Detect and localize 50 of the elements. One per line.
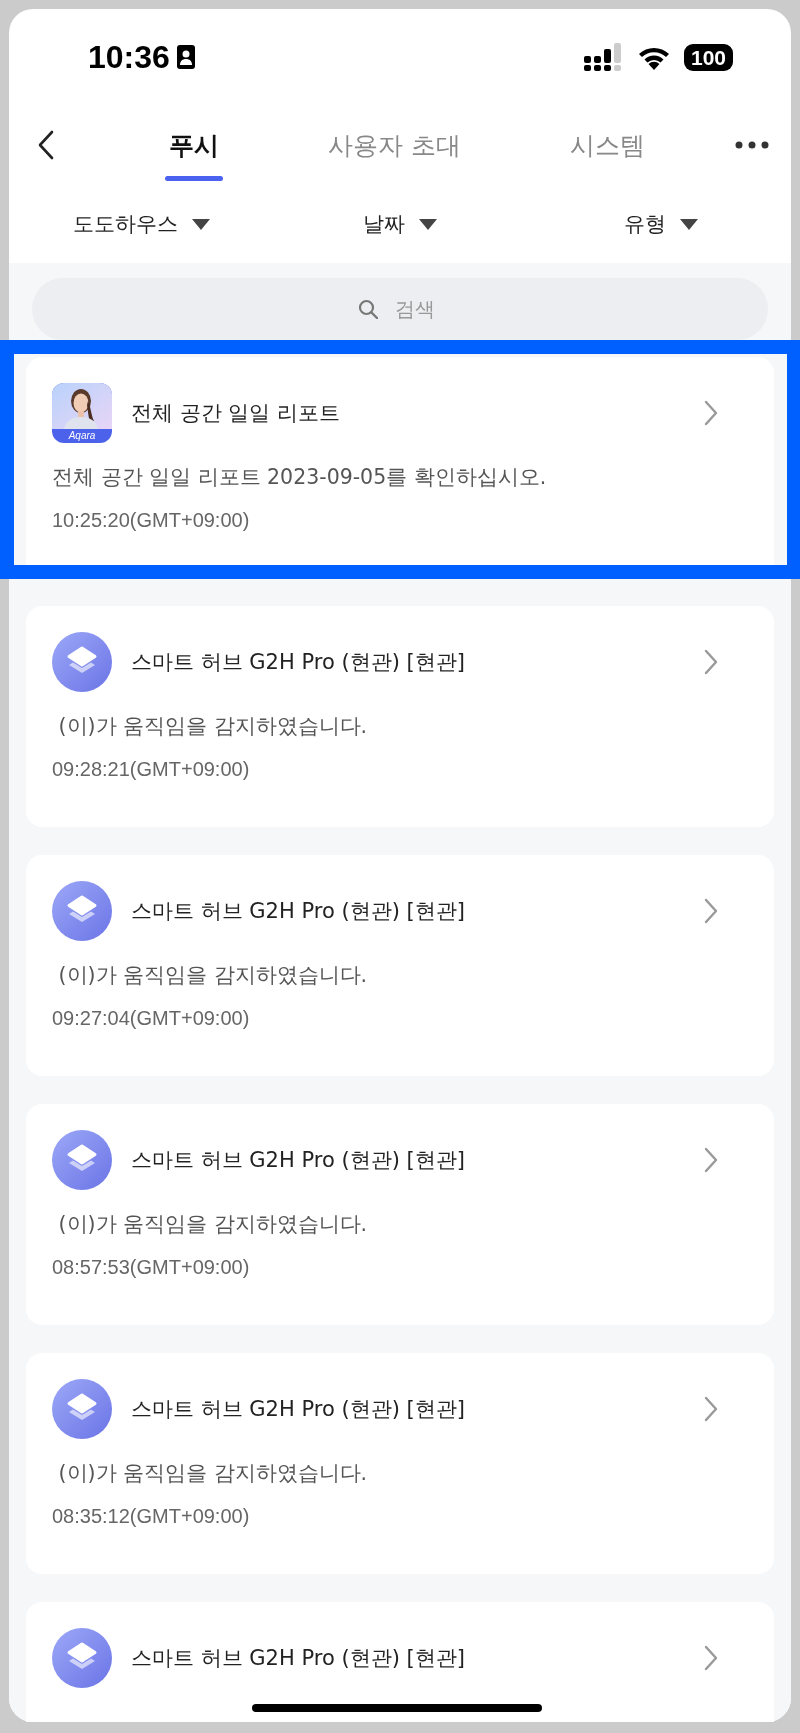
dropdown-caret-icon [192, 218, 210, 230]
notification-title: 전체 공간 일일 리포트 [131, 400, 342, 427]
chevron-right-icon [704, 400, 718, 426]
chevron-right-icon [704, 898, 718, 924]
notification-title: 스마트 허브 G2H Pro (현관) [현관] [131, 1645, 466, 1672]
filter-dropdown[interactable]: 날짜 [269, 209, 531, 239]
notification-time: 08:57:53(GMT+09:00) [52, 1256, 251, 1279]
layers-icon [52, 1628, 112, 1688]
notification-card[interactable]: 스마트 허브 G2H Pro (현관) [현관] (이)가 움직임을 감지하였습니다. 09:27:04(GMT+09:00) [26, 855, 774, 1076]
layers-icon [52, 632, 112, 692]
notification-time: 08:35:12(GMT+09:00) [52, 1505, 251, 1528]
notification-title: 스마트 허브 G2H Pro (현관) [현관] [131, 649, 466, 676]
notification-message: (이)가 움직임을 감지하였습니다. [57, 962, 369, 989]
notification-title: 스마트 허브 G2H Pro (현관) [현관] [131, 898, 466, 925]
chevron-right-icon [704, 1147, 718, 1173]
notification-title: 스마트 허브 G2H Pro (현관) [현관] [131, 1147, 466, 1174]
layers-icon [52, 1130, 112, 1190]
person-badge-icon [175, 44, 196, 70]
notification-time: 09:28:21(GMT+09:00) [52, 758, 251, 781]
tab[interactable]: 사용자 초대 [324, 105, 465, 185]
more-icon[interactable] [735, 141, 769, 149]
notification-card[interactable]: 스마트 허브 G2H Pro (현관) [현관] (이)가 움직임을 감지하였습니다. 08:57:53(GMT+09:00) [26, 1104, 774, 1325]
layers-icon [52, 1379, 112, 1439]
notification-message: (이)가 움직임을 감지하였습니다. [57, 713, 369, 740]
search-icon [358, 299, 378, 319]
filter-dropdown[interactable]: 도도하우스 [9, 209, 270, 239]
dropdown-caret-icon [679, 218, 698, 230]
tab[interactable]: 시스템 [565, 105, 649, 185]
notification-time: 09:27:04(GMT+09:00) [52, 1007, 251, 1030]
filter-dropdown[interactable]: 유형 [530, 209, 791, 239]
chevron-right-icon [704, 1396, 718, 1422]
chevron-right-icon [704, 649, 718, 675]
notification-title: 스마트 허브 G2H Pro (현관) [현관] [131, 1396, 466, 1423]
notification-card[interactable]: 스마트 허브 G2H Pro (현관) [현관] [26, 1602, 774, 1722]
app-icon: Aqara [52, 383, 112, 443]
tab[interactable]: 푸시 [165, 105, 224, 185]
back-icon[interactable] [37, 130, 55, 160]
notification-time: 10:25:20(GMT+09:00) [52, 509, 251, 532]
status-time: 10:36 [88, 38, 170, 76]
notification-card[interactable]: 스마트 허브 G2H Pro (현관) [현관] (이)가 움직임을 감지하였습니다. 09:28:21(GMT+09:00) [26, 606, 774, 827]
notification-card[interactable]: 스마트 허브 G2H Pro (현관) [현관] (이)가 움직임을 감지하였습니다. 08:35:12(GMT+09:00) [26, 1353, 774, 1574]
signal-icon [583, 43, 624, 71]
search-field[interactable]: 검색 [32, 278, 768, 340]
notification-message: (이)가 움직임을 감지하였습니다. [57, 1211, 369, 1238]
layers-icon [52, 881, 112, 941]
dropdown-caret-icon [419, 218, 437, 230]
battery-indicator: 100 [683, 43, 733, 71]
notification-message: (이)가 움직임을 감지하였습니다. [57, 1460, 369, 1487]
notification-message: 전체 공간 일일 리포트 2023-09-05를 확인하십시오. [52, 464, 548, 491]
chevron-right-icon [704, 1645, 718, 1671]
